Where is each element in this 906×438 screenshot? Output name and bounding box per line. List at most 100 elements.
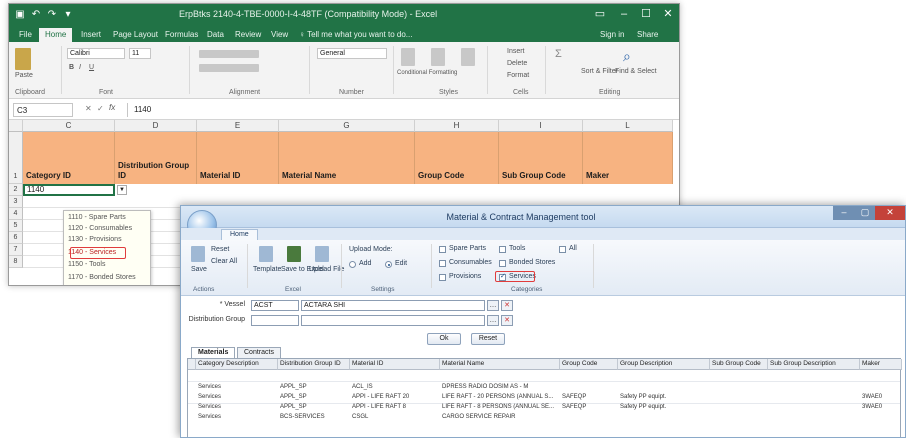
table-cell[interactable]: LIFE RAFT - 8 PERSONS (ANNUAL SE...: [440, 403, 560, 412]
column-header-sub-group-code[interactable]: Sub Group Code: [710, 359, 768, 370]
tab-page-layout[interactable]: Page Layout: [107, 28, 164, 42]
column-header-material-id[interactable]: Material ID: [350, 359, 440, 370]
minimize-button[interactable]: –: [833, 206, 855, 220]
row-header[interactable]: 2: [9, 184, 23, 196]
close-button[interactable]: ✕: [659, 7, 677, 22]
sign-in-link[interactable]: Sign in: [594, 28, 630, 42]
insert-cells-button[interactable]: Insert: [507, 48, 525, 55]
column-header[interactable]: E: [197, 120, 279, 132]
font-name-select[interactable]: Calibri: [67, 48, 125, 59]
header-cell-sub-group-code[interactable]: Sub Group Code: [499, 132, 583, 184]
checkbox-consumables[interactable]: [439, 260, 446, 267]
row-header[interactable]: 1: [9, 132, 23, 184]
distribution-group-clear-button[interactable]: ✕: [501, 315, 513, 326]
row-header[interactable]: 6: [9, 232, 23, 244]
customize-qat-icon[interactable]: ▾: [61, 8, 75, 22]
alignment-controls-icon[interactable]: [199, 50, 259, 58]
tab-home[interactable]: Home: [221, 229, 258, 240]
dropdown-option[interactable]: 1150 - Tools: [68, 261, 106, 268]
column-header-group-description[interactable]: Group Description: [618, 359, 710, 370]
formula-input[interactable]: 1140: [127, 103, 667, 117]
cell-styles-icon[interactable]: [461, 48, 475, 66]
table-cell[interactable]: DPRESS RADIO DOSIM AS - M: [440, 383, 560, 392]
font-size-select[interactable]: 11: [129, 48, 151, 59]
clear-all-button[interactable]: Clear All: [211, 258, 237, 265]
reset-filter-button[interactable]: Reset: [471, 333, 505, 345]
tab-formulas[interactable]: Formulas: [159, 28, 204, 42]
column-header[interactable]: D: [115, 120, 197, 132]
paste-icon[interactable]: [15, 48, 31, 70]
checkbox-bonded-stores[interactable]: [499, 260, 506, 267]
column-header[interactable]: H: [415, 120, 499, 132]
table-cell[interactable]: 3WAE0: [860, 393, 902, 402]
header-cell-material-name[interactable]: Material Name: [279, 132, 415, 184]
table-cell[interactable]: SAFEQP: [560, 403, 618, 412]
vessel-code-input[interactable]: ACST: [251, 300, 299, 311]
distribution-group-name-input[interactable]: [301, 315, 485, 326]
sort-filter-button[interactable]: Sort & Filter: [581, 68, 618, 75]
vessel-clear-button[interactable]: ✕: [501, 300, 513, 311]
enter-icon[interactable]: ✓: [97, 104, 104, 113]
header-cell-maker[interactable]: Maker: [583, 132, 673, 184]
tab-file[interactable]: File: [13, 28, 38, 42]
column-header-sub-group-description[interactable]: Sub Group Description: [768, 359, 860, 370]
active-cell[interactable]: 1140: [23, 184, 115, 196]
checkbox-provisions[interactable]: [439, 274, 446, 281]
bold-button[interactable]: B: [69, 64, 74, 71]
minimize-button[interactable]: –: [615, 7, 633, 22]
format-as-table-icon[interactable]: [431, 48, 445, 66]
table-cell[interactable]: Services: [196, 393, 278, 402]
dropdown-option[interactable]: 1130 - Provisions: [68, 236, 122, 243]
redo-icon[interactable]: ↷: [45, 8, 59, 22]
column-header-distribution-group-id[interactable]: Distribution Group ID: [278, 359, 350, 370]
conditional-formatting-icon[interactable]: [401, 48, 415, 66]
table-cell[interactable]: SAFEQP: [560, 393, 618, 402]
column-header-maker[interactable]: Maker: [860, 359, 902, 370]
upload-file-button[interactable]: Upload File: [309, 266, 344, 273]
table-cell[interactable]: APPI - LIFE RAFT 8: [350, 403, 440, 412]
dropdown-option[interactable]: 1120 - Consumables: [68, 225, 132, 232]
find-select-button[interactable]: Find & Select: [615, 68, 657, 75]
header-cell-material-id[interactable]: Material ID: [197, 132, 279, 184]
row-header[interactable]: 4: [9, 208, 23, 220]
italic-button[interactable]: I: [79, 64, 81, 71]
save-icon[interactable]: ▣: [13, 8, 27, 22]
vessel-name-input[interactable]: ACTARA SHI: [301, 300, 485, 311]
table-cell[interactable]: 3WAE0: [860, 403, 902, 412]
dropdown-option[interactable]: 1170 - Bonded Stores: [68, 274, 136, 281]
delete-cells-button[interactable]: Delete: [507, 60, 527, 67]
tab-view[interactable]: View: [265, 28, 294, 42]
column-header-group-code[interactable]: Group Code: [560, 359, 618, 370]
table-cell[interactable]: Services: [196, 403, 278, 412]
radio-edit[interactable]: [385, 261, 392, 268]
distribution-group-lookup-button[interactable]: …: [487, 315, 499, 326]
row-header[interactable]: 5: [9, 220, 23, 232]
tab-materials[interactable]: Materials: [191, 347, 236, 358]
tell-me-search[interactable]: ♀ Tell me what you want to do...: [293, 28, 418, 42]
table-cell[interactable]: Safety PP equipt.: [618, 393, 710, 402]
column-header[interactable]: C: [23, 120, 115, 132]
header-cell-category-id[interactable]: Category ID: [23, 132, 115, 184]
underline-button[interactable]: U: [89, 64, 94, 71]
table-cell[interactable]: APPI - LIFE RAFT 20: [350, 393, 440, 402]
format-cells-button[interactable]: Format: [507, 72, 529, 79]
template-button[interactable]: Template: [253, 266, 281, 273]
row-header[interactable]: 8: [9, 256, 23, 268]
table-cell[interactable]: Services: [196, 383, 278, 392]
autosum-icon[interactable]: Σ: [555, 48, 562, 60]
table-cell[interactable]: Safety PP equipt.: [618, 403, 710, 412]
checkbox-all[interactable]: [559, 246, 566, 253]
radio-add[interactable]: [349, 261, 356, 268]
maximize-button[interactable]: ▢: [855, 206, 875, 220]
select-all-corner[interactable]: [9, 120, 23, 132]
header-cell-group-code[interactable]: Group Code: [415, 132, 499, 184]
column-header-material-name[interactable]: Material Name: [440, 359, 560, 370]
template-icon[interactable]: [259, 246, 273, 262]
indent-controls-icon[interactable]: [199, 64, 259, 72]
column-header-category-description[interactable]: Category Description: [196, 359, 278, 370]
name-box[interactable]: C3: [13, 103, 73, 117]
upload-file-icon[interactable]: [315, 246, 329, 262]
maximize-button[interactable]: ☐: [637, 7, 655, 22]
column-header[interactable]: L: [583, 120, 673, 132]
save-icon[interactable]: [191, 246, 205, 262]
